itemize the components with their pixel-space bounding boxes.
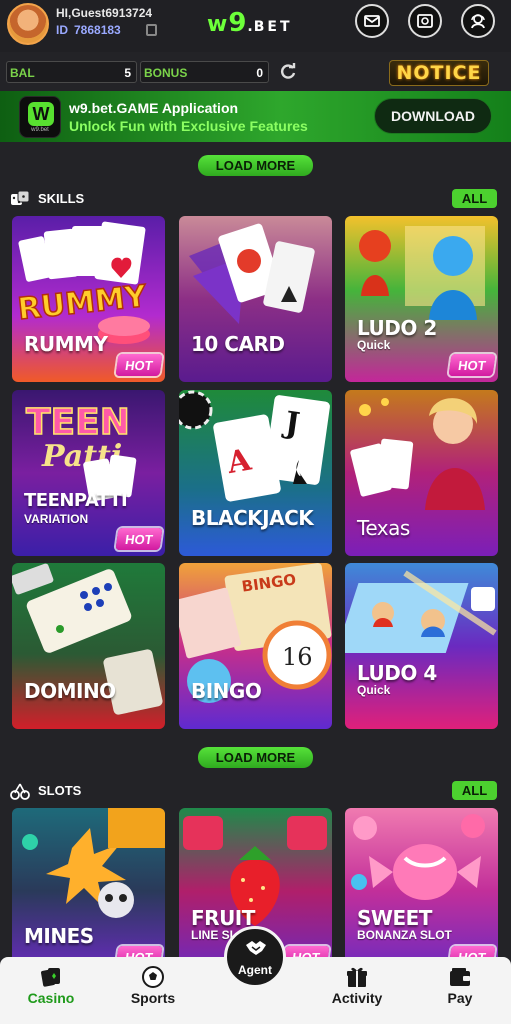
game-card-texas[interactable]: Texas [345, 390, 498, 556]
nav-casino[interactable]: Casino [11, 957, 91, 1017]
banner-title: w9.bet.GAME Application [69, 100, 239, 116]
user-greeting: HI,Guest6913724 [56, 6, 153, 20]
game-title: 10 CARD [191, 332, 285, 356]
agent-button[interactable]: Agent [224, 926, 286, 988]
balance-box: BAL 5 [6, 61, 137, 83]
gift-icon [347, 967, 367, 987]
cards-icon [41, 968, 60, 987]
game-title: LUDO 2 [357, 316, 437, 340]
header: HI,Guest6913724 ID 7868183 w9.BET [0, 0, 511, 52]
user-id-label: ID [56, 23, 68, 37]
slots-all-button[interactable]: ALL [452, 781, 497, 800]
mail-button[interactable] [355, 4, 389, 38]
game-card-teenpatti[interactable]: TEEN Patti TEENPATTI VARIATION HOT [12, 390, 165, 556]
bonus-label: BONUS [144, 66, 188, 80]
balance-bar: BAL 5 BONUS 0 NOTICE [0, 56, 511, 88]
refresh-icon[interactable] [278, 62, 298, 82]
blackjack-art: A J [179, 390, 332, 556]
teenpatti-art-text-teen: TEEN [26, 402, 130, 443]
support-icon [471, 14, 485, 29]
game-card-mines[interactable]: MINES HOT [12, 808, 165, 974]
nav-pay[interactable]: Pay [420, 957, 500, 1017]
dice-icon [11, 190, 30, 205]
bonus-box: BONUS 0 [140, 61, 269, 83]
nav-sports[interactable]: Sports [113, 957, 193, 1017]
game-card-rummy[interactable]: RUMMY RUMMY HOT [12, 216, 165, 382]
banner-subtitle: Unlock Fun with Exclusive Features [69, 118, 308, 134]
bonus-value: 0 [256, 66, 263, 80]
game-title: DOMINO [24, 679, 116, 703]
game-card-10-card[interactable]: 10 CARD [179, 216, 332, 382]
game-card-blackjack[interactable]: A J BLACKJACK [179, 390, 332, 556]
balance-value: 5 [124, 66, 131, 80]
game-title: Texas [357, 516, 410, 540]
download-button[interactable]: DOWNLOAD [374, 98, 492, 134]
game-subtitle: Quick [357, 338, 391, 352]
avatar[interactable] [7, 3, 49, 45]
handshake-icon [246, 941, 266, 955]
game-card-bingo[interactable]: BINGO 16 BINGO [179, 563, 332, 729]
game-title: RUMMY [24, 332, 108, 356]
game-card-ludo-2[interactable]: LUDO 2 Quick HOT [345, 216, 498, 382]
bingo-art: BINGO 16 [179, 563, 332, 729]
game-card-domino[interactable]: DOMINO [12, 563, 165, 729]
copy-icon[interactable] [146, 24, 157, 36]
logo-nine: 9 [228, 8, 248, 38]
skills-all-button[interactable]: ALL [452, 189, 497, 208]
section-title-skills: SKILLS [38, 191, 85, 206]
support-button[interactable] [461, 4, 495, 38]
game-title: BINGO [191, 679, 262, 703]
ludo4-art [345, 563, 498, 729]
hot-badge: HOT [115, 354, 163, 376]
nav-activity[interactable]: Activity [317, 957, 397, 1017]
game-title: LUDO 4 [357, 661, 437, 685]
game-subtitle: Quick [357, 683, 391, 697]
ten-card-art [179, 216, 332, 382]
wallet-icon [450, 968, 470, 986]
bingo-ball-number: 16 [282, 643, 313, 671]
logo-w: w [207, 12, 229, 37]
mail-icon [364, 15, 380, 27]
page: HI,Guest6913724 ID 7868183 w9.BET BAL 5 … [0, 0, 511, 1024]
game-subtitle: BONANZA SLOT [357, 928, 452, 942]
nav-label: Sports [130, 990, 176, 1006]
soccer-ball-icon [142, 966, 164, 988]
nav-label: Activity [331, 990, 383, 1006]
section-title-slots: SLOTS [38, 783, 82, 798]
game-subtitle: VARIATION [24, 512, 89, 526]
game-card-sweet-bonanza[interactable]: SWEET BONANZA SLOT HOT [345, 808, 498, 974]
logo: w9.BET [207, 8, 293, 38]
app-icon: W w9.bet [19, 96, 61, 138]
game-title: TEENPATTI [24, 490, 128, 511]
hot-badge: HOT [115, 528, 163, 550]
logo-bet: BET [253, 19, 293, 35]
wallet-icon [417, 14, 433, 28]
game-card-ludo-4[interactable]: LUDO 4 Quick [345, 563, 498, 729]
game-title: BLACKJACK [191, 506, 314, 530]
wallet-button[interactable] [408, 4, 442, 38]
balance-label: BAL [10, 66, 35, 80]
game-title: MINES [24, 924, 94, 948]
app-download-banner: W w9.bet w9.bet.GAME Application Unlock … [0, 91, 511, 142]
hot-badge: HOT [448, 354, 496, 376]
cherry-icon [10, 783, 30, 800]
agent-label: Agent [238, 963, 272, 977]
app-icon-caption: w9.bet [31, 127, 49, 133]
nav-label: Casino [27, 990, 75, 1006]
game-title: SWEET [357, 906, 432, 930]
user-id-value: 7868183 [74, 23, 121, 37]
load-more-button[interactable]: LOAD MORE [198, 155, 313, 176]
nav-label: Pay [447, 990, 473, 1006]
notice-button[interactable]: NOTICE [389, 60, 489, 86]
domino-art [12, 563, 165, 729]
load-more-button[interactable]: LOAD MORE [198, 747, 313, 768]
app-icon-letter: W [28, 102, 54, 126]
